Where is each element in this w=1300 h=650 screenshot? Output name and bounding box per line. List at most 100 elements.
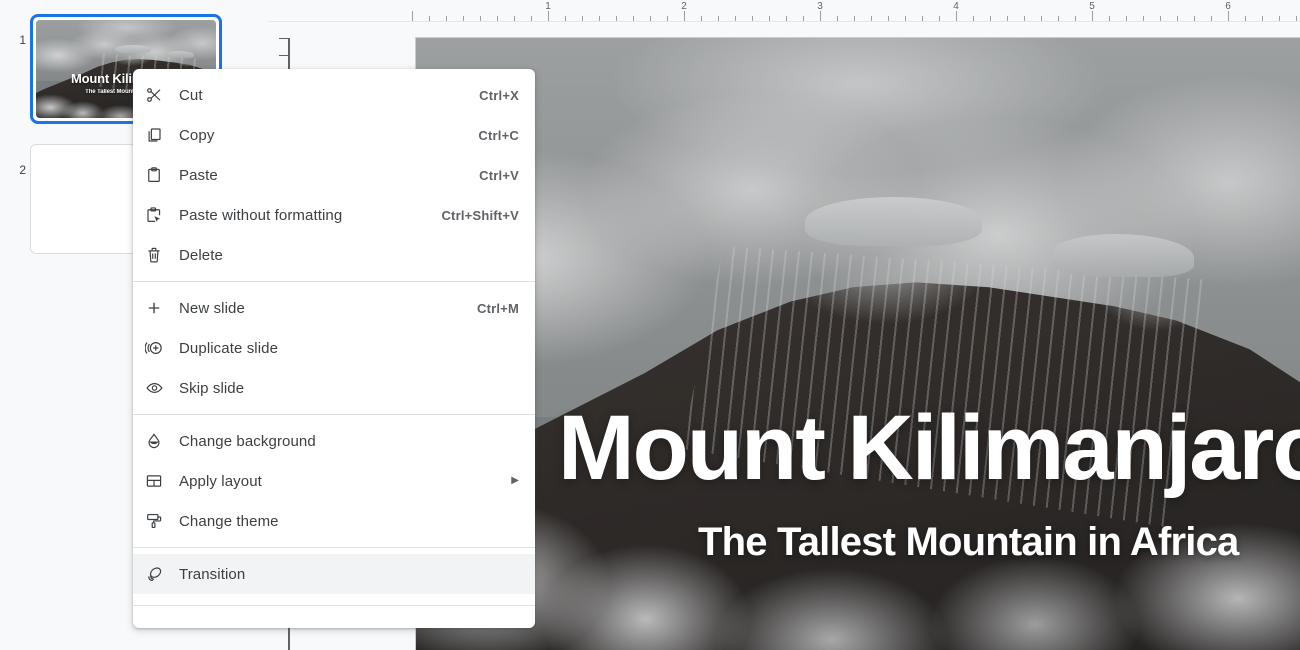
ruler-label: 2: [681, 1, 687, 12]
menu-item-label: Copy: [179, 126, 215, 144]
menu-item-skip-slide[interactable]: Skip slide: [133, 368, 535, 408]
ruler-tick: [514, 16, 515, 21]
ruler-tick: [1245, 16, 1246, 21]
ruler-tick: [1126, 16, 1127, 21]
ruler-tick: [412, 11, 413, 21]
ruler-label: 3: [817, 1, 823, 12]
menu-item-label: Cut: [179, 86, 203, 104]
ruler-tick: [871, 16, 872, 21]
ruler-tick: [1007, 16, 1008, 21]
ruler-tick: [1041, 16, 1042, 21]
menu-item-label: New slide: [179, 299, 245, 317]
ruler-tick: [616, 16, 617, 21]
menu-item-paste[interactable]: Paste Ctrl+V: [133, 155, 535, 195]
ruler-tick: [531, 16, 532, 21]
ruler-tick: [854, 16, 855, 21]
ruler-tick: [956, 11, 957, 21]
menu-item-change-background[interactable]: Change background: [133, 421, 535, 461]
ruler-tick: [599, 16, 600, 21]
ruler-tick: [446, 16, 447, 21]
slide-title-text[interactable]: Mount Kilimanjaro: [558, 396, 1300, 501]
ruler-tick: [735, 16, 736, 21]
menu-item-shortcut: Ctrl+M: [476, 300, 519, 316]
ruler-tick: [973, 16, 974, 21]
ruler-tick: [1228, 11, 1229, 21]
menu-item-label: Paste: [179, 166, 218, 184]
menu-item-shortcut: Ctrl+C: [478, 127, 519, 143]
ruler-tick: [1279, 16, 1280, 21]
slide-number-1: 1: [19, 33, 26, 47]
ruler-tick: [922, 16, 923, 21]
ruler-tick: [1092, 11, 1093, 21]
ruler-tick: [1160, 16, 1161, 21]
menu-item-duplicate-slide[interactable]: Duplicate slide: [133, 328, 535, 368]
droplet-icon: [145, 432, 179, 450]
ruler-tick: [1143, 16, 1144, 21]
ruler-tick: [905, 16, 906, 21]
menu-divider: [133, 281, 535, 282]
ruler-tick: [752, 16, 753, 21]
ruler-tick: [1262, 16, 1263, 21]
slide-subtitle-text[interactable]: The Tallest Mountain in Africa: [698, 520, 1239, 565]
horizontal-ruler[interactable]: 1 2 3 4 5 6: [268, 0, 1300, 22]
ruler-label: 1: [545, 1, 551, 12]
ruler-tick: [1194, 16, 1195, 21]
ruler-tick: [769, 16, 770, 21]
menu-item-label: Paste without formatting: [179, 206, 343, 224]
ruler-tick: [497, 16, 498, 21]
ruler-label: 5: [1089, 1, 1095, 12]
vertical-ruler-tick: [279, 55, 288, 56]
copy-icon: [145, 126, 179, 144]
menu-item-label: Apply layout: [179, 472, 262, 490]
menu-item-label: Duplicate slide: [179, 339, 279, 357]
menu-item-label: Transition: [179, 565, 246, 583]
slide-canvas[interactable]: Mount Kilimanjaro The Tallest Mountain i…: [415, 37, 1300, 650]
ruler-tick: [429, 16, 430, 21]
menu-item-apply-layout[interactable]: Apply layout ▶: [133, 461, 535, 501]
vertical-ruler-tick: [279, 38, 288, 39]
duplicate-icon: [145, 339, 179, 357]
ruler-tick: [803, 16, 804, 21]
menu-item-cut[interactable]: Cut Ctrl+X: [133, 75, 535, 115]
slide-surface[interactable]: Mount Kilimanjaro The Tallest Mountain i…: [416, 38, 1300, 650]
layout-icon: [145, 472, 179, 490]
ruler-tick: [701, 16, 702, 21]
menu-item-change-theme[interactable]: Change theme: [133, 501, 535, 541]
ruler-tick: [463, 16, 464, 21]
ruler-tick: [1296, 16, 1297, 21]
ruler-tick: [548, 11, 549, 21]
clipboard-cursor-icon: [145, 206, 179, 224]
paint-roller-icon: [145, 512, 179, 530]
ruler-tick: [1024, 16, 1025, 21]
ruler-tick: [786, 16, 787, 21]
ruler-tick: [1109, 16, 1110, 21]
trash-icon: [145, 246, 179, 264]
eye-icon: [145, 379, 179, 397]
ruler-tick: [939, 16, 940, 21]
menu-divider: [133, 547, 535, 548]
ruler-tick: [650, 16, 651, 21]
ruler-label: 4: [953, 1, 959, 12]
menu-item-label: Skip slide: [179, 379, 245, 397]
menu-item-label: Delete: [179, 246, 223, 264]
ruler-tick: [1177, 16, 1178, 21]
ruler-tick: [837, 16, 838, 21]
clipboard-icon: [145, 166, 179, 184]
menu-divider: [133, 414, 535, 415]
ruler-tick: [633, 16, 634, 21]
menu-item-shortcut: Ctrl+Shift+V: [441, 207, 519, 223]
slide-context-menu[interactable]: Cut Ctrl+X Copy Ctrl+C Paste Ctrl+V Paste with…: [133, 69, 535, 628]
menu-item-new-slide[interactable]: New slide Ctrl+M: [133, 288, 535, 328]
menu-item-delete[interactable]: Delete: [133, 235, 535, 275]
menu-item-transition[interactable]: Transition: [133, 554, 535, 594]
ruler-tick: [990, 16, 991, 21]
ruler-tick: [888, 16, 889, 21]
transition-icon: [145, 565, 179, 583]
ruler-tick: [684, 11, 685, 21]
menu-item-shortcut: Ctrl+V: [479, 167, 519, 183]
ruler-tick: [1211, 16, 1212, 21]
menu-item-paste-without-formatting[interactable]: Paste without formatting Ctrl+Shift+V: [133, 195, 535, 235]
slide-number-2: 2: [19, 163, 26, 177]
slides-editor-window: 1 Mount Kilimanjaro The Tallest Mountain…: [0, 0, 1300, 650]
menu-item-copy[interactable]: Copy Ctrl+C: [133, 115, 535, 155]
